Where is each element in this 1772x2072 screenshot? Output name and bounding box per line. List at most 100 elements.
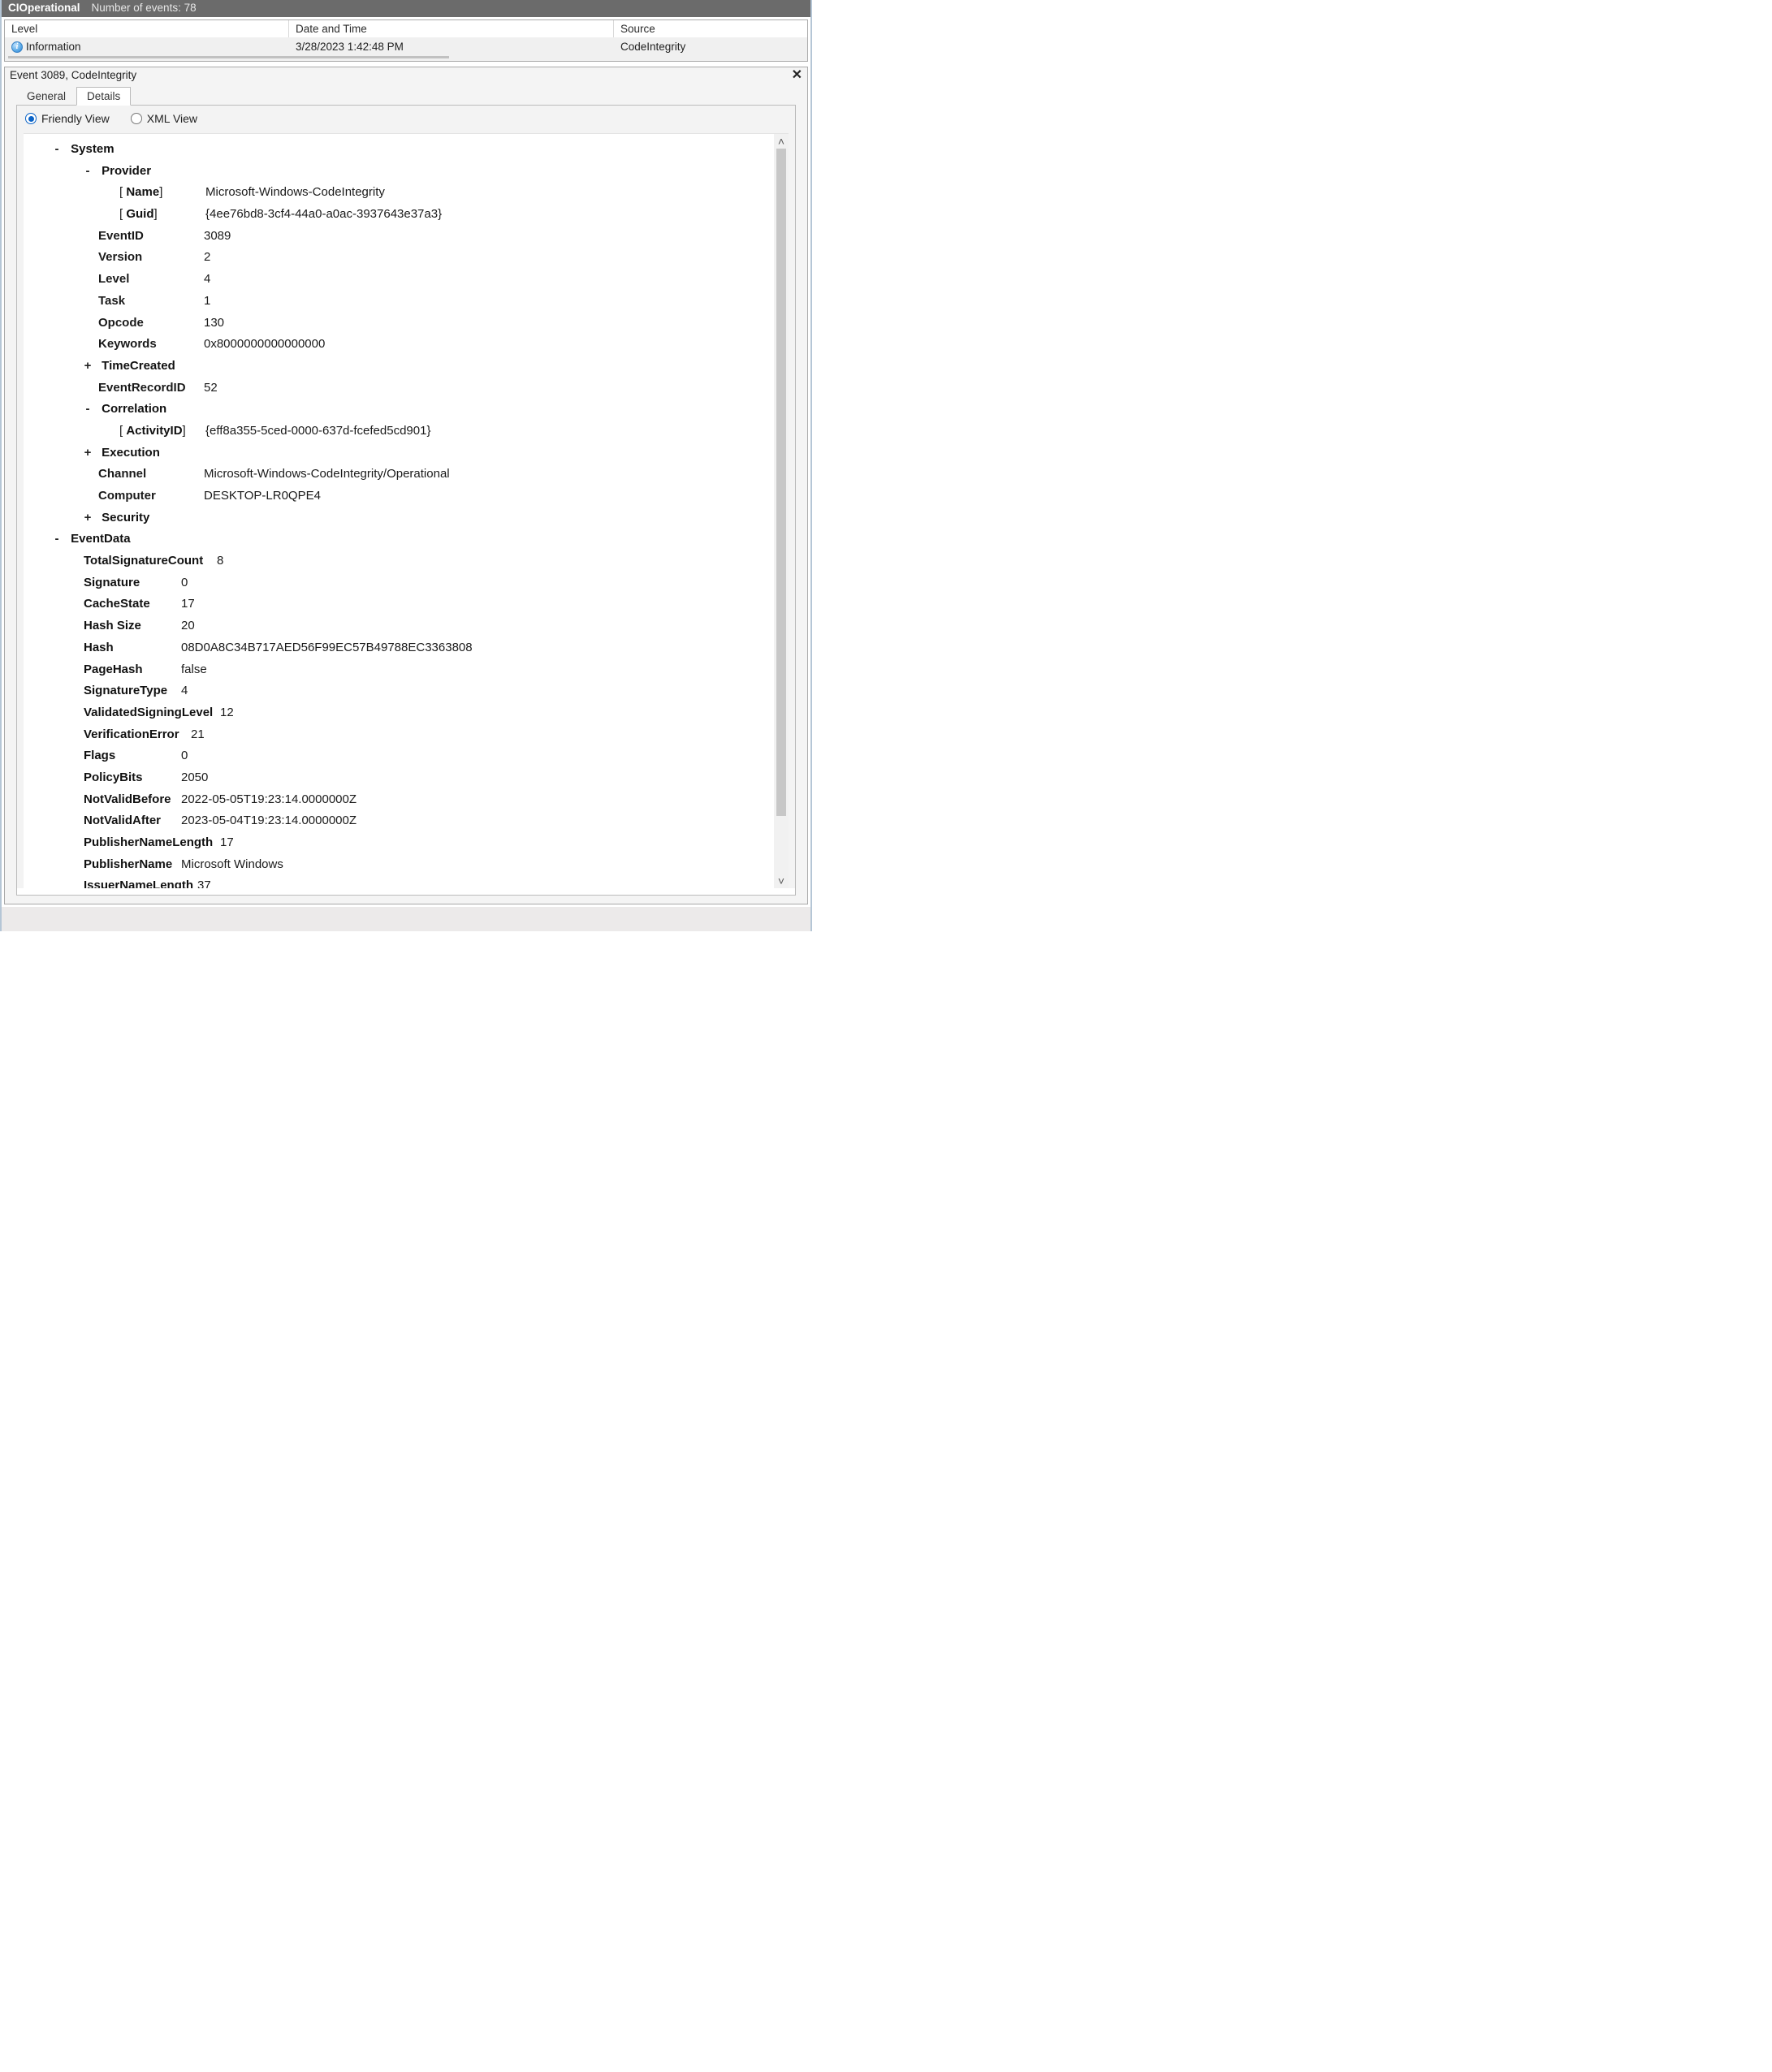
tree-toggle[interactable]: + bbox=[82, 356, 93, 378]
ed-k: ValidatedSigningLevel bbox=[84, 702, 217, 724]
ed-v: 0 bbox=[181, 745, 188, 767]
radio-friendly-label: Friendly View bbox=[41, 112, 110, 125]
eventid-value: 3089 bbox=[204, 226, 231, 248]
ed-v: 08D0A8C34B717AED56F99EC57B49788EC3363808 bbox=[181, 637, 473, 659]
opcode-value: 130 bbox=[204, 313, 224, 335]
tree-content: - System - Provider [ Name] Microsoft-Wi… bbox=[24, 134, 789, 888]
scroll-up-icon[interactable]: ˄ bbox=[774, 134, 789, 149]
details-tab-content: Friendly View XML View - System bbox=[16, 105, 796, 896]
level-value: 4 bbox=[204, 269, 210, 291]
tab-details[interactable]: Details bbox=[76, 87, 131, 106]
ed-v: 17 bbox=[181, 594, 195, 615]
footer-gap bbox=[2, 907, 810, 931]
execution-node[interactable]: Execution bbox=[102, 446, 160, 460]
detail-title-bar: Event 3089, CodeIntegrity ✕ bbox=[5, 67, 807, 83]
event-level-value: Information bbox=[26, 41, 81, 53]
task-label: Task bbox=[98, 291, 204, 313]
grid-header-row: Level Date and Time Source bbox=[5, 20, 807, 37]
ed-k: NotValidAfter bbox=[84, 810, 181, 832]
ed-v: 37 bbox=[197, 875, 211, 888]
radio-dot-icon bbox=[25, 113, 37, 124]
event-row[interactable]: i Information 3/28/2023 1:42:48 PM CodeI… bbox=[5, 37, 807, 56]
radio-xml-label: XML View bbox=[147, 112, 197, 125]
detail-tree[interactable]: - System - Provider [ Name] Microsoft-Wi… bbox=[24, 133, 789, 888]
title-bar: CIOperational Number of events: 78 bbox=[2, 0, 810, 17]
eventid-label: EventID bbox=[98, 226, 204, 248]
channel-value: Microsoft-Windows-CodeIntegrity/Operatio… bbox=[204, 464, 450, 486]
ed-v: false bbox=[181, 659, 207, 681]
ed-k: VerificationError bbox=[84, 724, 191, 746]
provider-guid-value: {4ee76bd8-3cf4-44a0-a0ac-3937643e37a3} bbox=[205, 204, 442, 226]
ed-k: TotalSignatureCount bbox=[84, 550, 217, 572]
ed-k: Hash bbox=[84, 637, 181, 659]
ed-v: 0 bbox=[181, 572, 188, 594]
keywords-value: 0x8000000000000000 bbox=[204, 334, 325, 356]
provider-node[interactable]: Provider bbox=[102, 164, 151, 178]
ed-k: PolicyBits bbox=[84, 767, 181, 789]
event-viewer-window: CIOperational Number of events: 78 Level… bbox=[0, 0, 812, 931]
tree-toggle[interactable]: - bbox=[51, 139, 63, 161]
provider-name-label: [ Name] bbox=[119, 182, 205, 204]
timecreated-node[interactable]: TimeCreated bbox=[102, 359, 175, 373]
ed-v: 20 bbox=[181, 615, 195, 637]
event-grid: Level Date and Time Source i Information… bbox=[4, 19, 808, 62]
eventdata-rows: TotalSignatureCount8 Signature0 CacheSta… bbox=[43, 550, 772, 888]
ed-k: IssuerNameLength bbox=[84, 875, 197, 888]
system-node[interactable]: System bbox=[71, 142, 114, 156]
tab-general[interactable]: General bbox=[16, 87, 76, 106]
level-label: Level bbox=[98, 269, 204, 291]
provider-guid-label: [ Guid] bbox=[119, 204, 205, 226]
ed-v: 4 bbox=[181, 680, 188, 702]
security-node[interactable]: Security bbox=[102, 511, 149, 524]
keywords-label: Keywords bbox=[98, 334, 204, 356]
version-label: Version bbox=[98, 247, 204, 269]
ed-v: 12 bbox=[220, 702, 234, 724]
opcode-label: Opcode bbox=[98, 313, 204, 335]
tree-toggle[interactable]: - bbox=[82, 161, 93, 183]
ed-k: PublisherNameLength bbox=[84, 832, 217, 854]
column-header-level[interactable]: Level bbox=[5, 20, 289, 37]
ed-v: 17 bbox=[220, 832, 234, 854]
activityid-value: {eff8a355-5ced-0000-637d-fcefed5cd901} bbox=[205, 421, 430, 442]
correlation-node[interactable]: Correlation bbox=[102, 402, 166, 416]
event-count-label: Number of events: 78 bbox=[92, 2, 197, 14]
radio-xml-view[interactable]: XML View bbox=[131, 112, 197, 125]
log-name: CIOperational bbox=[8, 2, 80, 14]
radio-dot-icon bbox=[131, 113, 142, 124]
tree-toggle[interactable]: - bbox=[82, 399, 93, 421]
eventrecordid-label: EventRecordID bbox=[98, 378, 204, 399]
task-value: 1 bbox=[204, 291, 210, 313]
tree-toggle[interactable]: + bbox=[82, 442, 93, 464]
horizontal-scrollbar[interactable] bbox=[5, 56, 807, 61]
scroll-down-icon[interactable]: ˅ bbox=[774, 874, 789, 888]
ed-k: Flags bbox=[84, 745, 181, 767]
ed-k: NotValidBefore bbox=[84, 789, 181, 811]
tree-toggle[interactable]: + bbox=[82, 507, 93, 529]
ed-v: 8 bbox=[217, 550, 223, 572]
scrollbar-thumb[interactable] bbox=[776, 149, 786, 816]
column-header-date[interactable]: Date and Time bbox=[289, 20, 614, 37]
tab-row: General Details bbox=[5, 83, 807, 105]
eventrecordid-value: 52 bbox=[204, 378, 218, 399]
version-value: 2 bbox=[204, 247, 210, 269]
ed-k: PageHash bbox=[84, 659, 181, 681]
information-icon: i bbox=[11, 41, 23, 53]
ed-v: Microsoft Windows bbox=[181, 854, 283, 876]
column-header-source[interactable]: Source bbox=[614, 20, 807, 37]
ed-k: SignatureType bbox=[84, 680, 181, 702]
eventdata-node[interactable]: EventData bbox=[71, 532, 130, 546]
vertical-scrollbar[interactable]: ˄ ˅ bbox=[774, 134, 789, 888]
event-date-value: 3/28/2023 1:42:48 PM bbox=[289, 39, 614, 54]
ed-k: Signature bbox=[84, 572, 181, 594]
tree-toggle[interactable]: - bbox=[51, 529, 63, 550]
radio-friendly-view[interactable]: Friendly View bbox=[25, 112, 110, 125]
ed-v: 2022-05-05T19:23:14.0000000Z bbox=[181, 789, 357, 811]
ed-k: Hash Size bbox=[84, 615, 181, 637]
ed-v: 2023-05-04T19:23:14.0000000Z bbox=[181, 810, 357, 832]
close-icon[interactable]: ✕ bbox=[792, 70, 802, 81]
view-mode-row: Friendly View XML View bbox=[17, 106, 795, 133]
channel-label: Channel bbox=[98, 464, 204, 486]
detail-title: Event 3089, CodeIntegrity bbox=[10, 69, 136, 81]
event-source-value: CodeIntegrity bbox=[614, 39, 807, 54]
ed-v: 21 bbox=[191, 724, 205, 746]
